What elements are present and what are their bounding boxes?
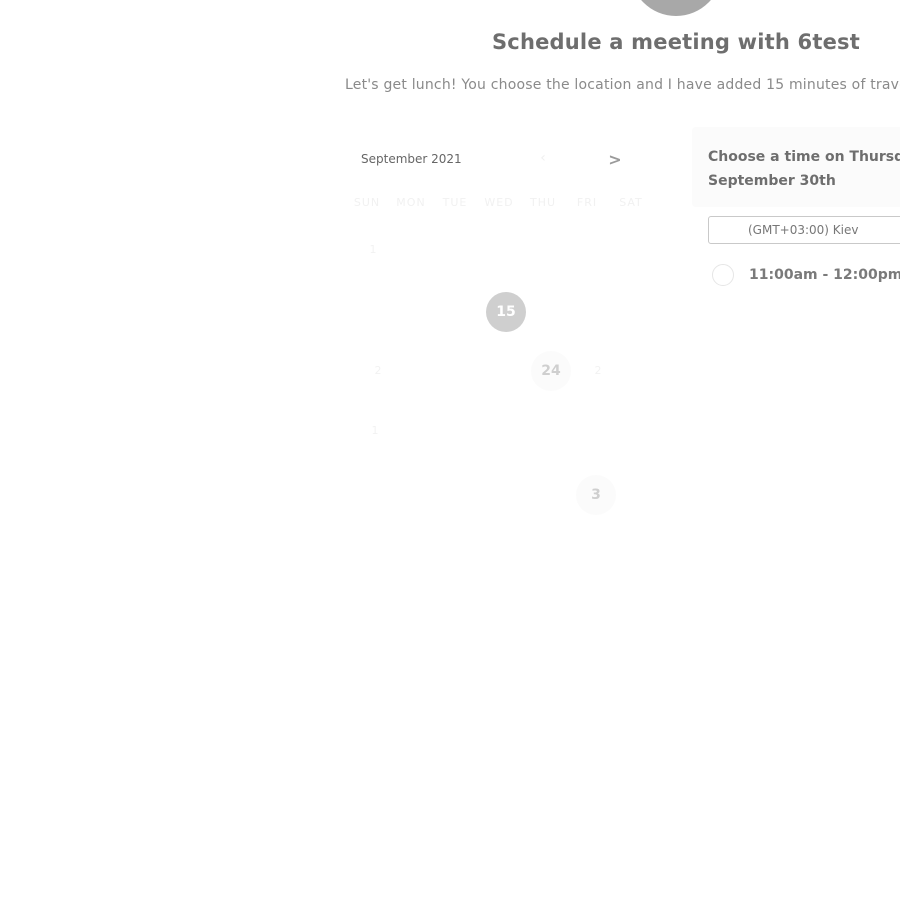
calendar: September 2021 ‹ > SUN MON TUE WED THU F… (345, 140, 655, 540)
weekday-header: SUN MON TUE WED THU FRI SAT (345, 196, 655, 212)
calendar-day[interactable]: 2 (368, 361, 388, 381)
meeting-description: Let's get lunch! You choose the location… (345, 77, 900, 93)
radio-button[interactable] (712, 264, 734, 286)
calendar-day[interactable]: 2 (588, 361, 608, 381)
chevron-left-icon: ‹ (540, 150, 546, 166)
calendar-day-available[interactable]: 3 (576, 475, 616, 515)
calendar-day-selected[interactable]: 15 (486, 292, 526, 332)
calendar-day-available[interactable]: 24 (531, 351, 571, 391)
next-month-button[interactable]: > (607, 150, 623, 174)
time-panel-heading: Choose a time on Thursd September 30th (708, 145, 900, 193)
weekday-wed: WED (484, 196, 514, 209)
calendar-month-label: September 2021 (361, 152, 462, 166)
host-avatar (630, 0, 722, 16)
weekday-sun: SUN (353, 196, 381, 209)
timezone-select[interactable]: (GMT+03:00) Kiev ▾ (708, 216, 900, 244)
weekday-thu: THU (529, 196, 557, 209)
time-panel-header: Choose a time on Thursd September 30th (692, 127, 900, 207)
timezone-value: (GMT+03:00) Kiev (748, 223, 859, 237)
previous-month-button[interactable]: ‹ (537, 150, 549, 170)
weekday-mon: MON (396, 196, 426, 209)
chevron-right-icon: > (608, 150, 622, 169)
weekday-fri: FRI (576, 196, 598, 209)
page-title: Schedule a meeting with 6test (491, 30, 860, 54)
weekday-tue: TUE (442, 196, 468, 209)
time-panel-heading-line2: September 30th (708, 173, 836, 189)
weekday-sat: SAT (619, 196, 643, 209)
time-panel-heading-line1: Choose a time on Thursd (708, 149, 900, 165)
time-slot-label: 11:00am - 12:00pm (749, 267, 900, 283)
calendar-day[interactable]: 1 (365, 421, 385, 441)
calendar-day[interactable]: 1 (363, 240, 383, 260)
time-slot-option[interactable]: 11:00am - 12:00pm (712, 263, 900, 289)
